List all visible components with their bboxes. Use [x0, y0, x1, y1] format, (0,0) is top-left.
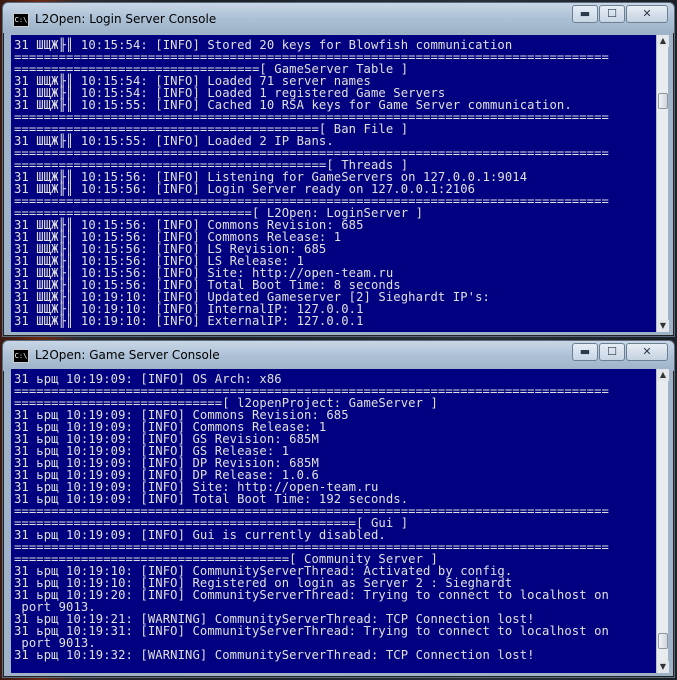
login-window-title: L2Open: Login Server Console	[35, 12, 217, 26]
log-line: 31 ьрщ 10:19:32: [WARNING] CommunityServ…	[14, 648, 535, 662]
game-server-console-window[interactable]: C:\ L2Open: Game Server Console ▬ ☐ ✕ 31…	[2, 340, 675, 678]
console-app-icon: C:\	[13, 349, 29, 363]
scroll-down-arrow-icon[interactable]: ▼	[657, 320, 669, 332]
scroll-up-arrow-icon[interactable]: ▲	[657, 369, 669, 381]
close-button[interactable]: ✕	[626, 5, 668, 23]
log-line: 31 ьрщ 10:19:20: [INFO] CommunityServerT…	[14, 588, 609, 602]
game-window-controls: ▬ ☐ ✕	[571, 343, 668, 363]
login-window-controls: ▬ ☐ ✕	[571, 5, 668, 25]
login-server-console-window[interactable]: C:\ L2Open: Login Server Console ▬ ☐ ✕ 3…	[2, 2, 675, 337]
scrollbar-thumb[interactable]	[658, 633, 668, 649]
game-console-output[interactable]: 31 ьрщ 10:19:09: [INFO] OS Arch: x86 ====…	[11, 369, 656, 673]
scroll-down-arrow-icon[interactable]: ▼	[657, 661, 669, 673]
scroll-up-arrow-icon[interactable]: ▲	[657, 35, 669, 47]
log-line: 31 ШЩЖ╟║ 10:19:10: [INFO] ExternalIP: 12…	[14, 314, 364, 328]
minimize-button[interactable]: ▬	[572, 5, 598, 23]
login-console-scrollbar[interactable]: ▲ ▼	[656, 35, 669, 332]
scrollbar-thumb[interactable]	[658, 93, 668, 109]
close-button[interactable]: ✕	[626, 343, 668, 361]
minimize-button[interactable]: ▬	[572, 343, 598, 361]
login-console-output[interactable]: 31 ШЩЖ╟║ 10:15:54: [INFO] Stored 20 keys…	[11, 35, 656, 332]
console-app-icon: C:\	[13, 13, 29, 27]
game-window-titlebar[interactable]: C:\ L2Open: Game Server Console ▬ ☐ ✕	[3, 341, 674, 371]
maximize-button[interactable]: ☐	[599, 343, 625, 361]
game-console-scrollbar[interactable]: ▲ ▼	[656, 369, 669, 673]
log-line: 31 ьрщ 10:19:31: [INFO] CommunityServerT…	[14, 624, 609, 638]
maximize-button[interactable]: ☐	[599, 5, 625, 23]
game-window-title: L2Open: Game Server Console	[35, 348, 220, 362]
login-window-titlebar[interactable]: C:\ L2Open: Login Server Console ▬ ☐ ✕	[3, 3, 674, 33]
